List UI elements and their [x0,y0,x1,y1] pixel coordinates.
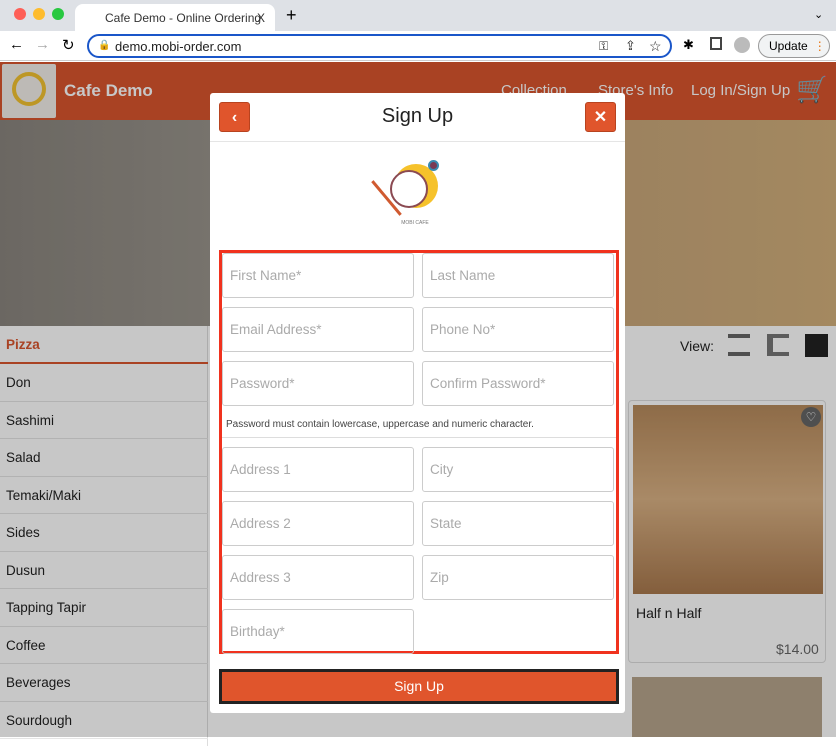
new-tab-button[interactable]: + [286,5,297,26]
browser-tab[interactable]: Cafe Demo - Online Ordering X [75,4,275,31]
browser-tabbar: Cafe Demo - Online Ordering X + ⌄ [0,0,836,31]
sidepanel-icon[interactable] [710,37,722,50]
password-hint: Password must contain lowercase, upperca… [226,419,534,430]
url-input[interactable]: 🔒 demo.mobi-order.com ⚿ ⇪ ☆ [87,34,672,58]
chevron-down-icon[interactable]: ⌄ [814,8,823,21]
signup-modal: ‹ Sign Up ✕ MOBI CAFE First Name* Last N… [210,93,625,713]
signup-form: First Name* Last Name Email Address* Pho… [219,250,619,654]
minimize-window-icon[interactable] [33,8,45,20]
state-input[interactable]: State [422,501,614,546]
reload-icon[interactable]: ↻ [62,36,75,54]
logo-text: MOBI CAFE [401,220,429,226]
extensions-icon[interactable]: ✱ [683,37,694,53]
back-icon[interactable]: ← [9,36,24,53]
maximize-window-icon[interactable] [52,8,64,20]
forward-icon[interactable]: → [35,36,50,53]
confirm-password-input[interactable]: Confirm Password* [422,361,614,406]
update-label: Update [769,39,808,53]
tab-title: Cafe Demo - Online Ordering [105,11,262,25]
share-icon[interactable]: ⇪ [625,38,636,54]
update-button[interactable]: Update ⋮ [758,34,830,58]
divider [222,437,616,438]
mobi-cafe-logo: MOBI CAFE [371,160,450,232]
last-name-input[interactable]: Last Name [422,253,614,298]
address1-input[interactable]: Address 1 [222,447,414,492]
key-icon[interactable]: ⚿ [599,39,608,54]
close-window-icon[interactable] [14,8,26,20]
address3-input[interactable]: Address 3 [222,555,414,600]
modal-title: Sign Up [381,105,454,127]
address2-input[interactable]: Address 2 [222,501,414,546]
lock-icon: 🔒 [98,40,111,51]
phone-input[interactable]: Phone No* [422,307,614,352]
close-button[interactable]: ✕ [585,102,616,132]
birthday-input[interactable]: Birthday* [222,609,414,654]
city-input[interactable]: City [422,447,614,492]
divider [210,141,625,142]
profile-icon[interactable] [734,37,750,53]
first-name-input[interactable]: First Name* [222,253,414,298]
url-text: demo.mobi-order.com [115,39,242,54]
email-input[interactable]: Email Address* [222,307,414,352]
password-input[interactable]: Password* [222,361,414,406]
tab-close-button[interactable]: X [257,11,265,25]
star-icon[interactable]: ☆ [649,38,662,55]
signup-submit-button[interactable]: Sign Up [219,669,619,704]
zip-input[interactable]: Zip [422,555,614,600]
address-bar: ← → ↻ 🔒 demo.mobi-order.com ⚿ ⇪ ☆ ✱ Upda… [0,31,836,61]
